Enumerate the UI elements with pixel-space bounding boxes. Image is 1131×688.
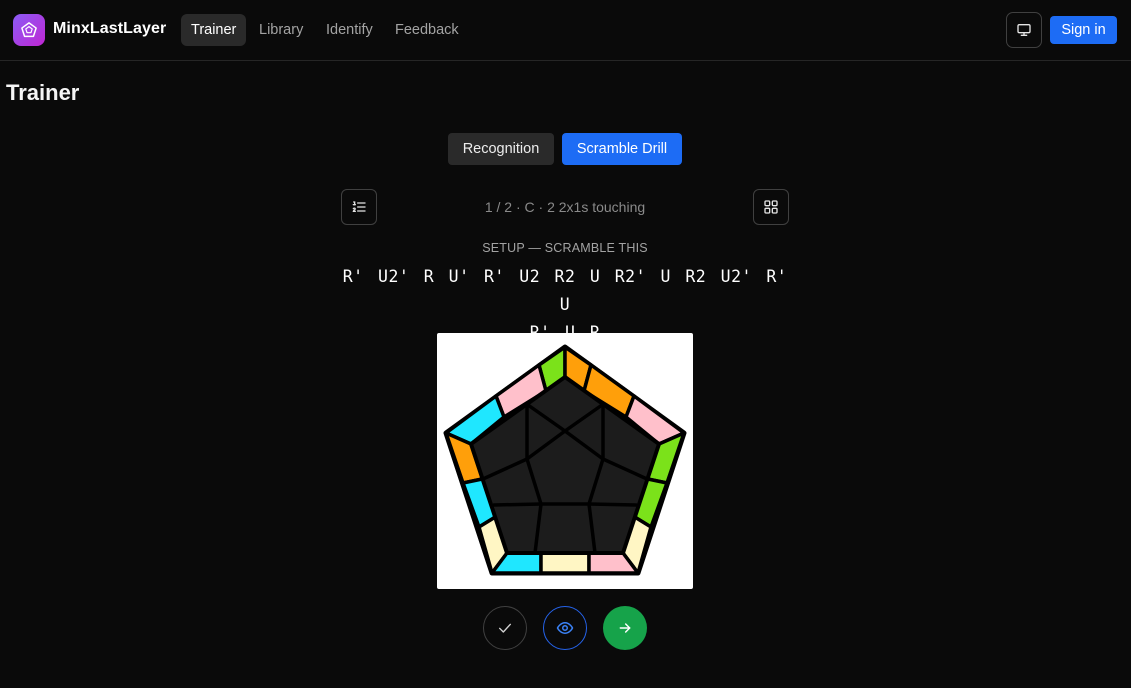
setup-label: SETUP — SCRAMBLE THIS [482,241,648,255]
mark-correct-button[interactable] [483,606,527,650]
top-navigation-bar: MinxLastLayer Trainer Library Identify F… [0,0,1131,61]
next-case-button[interactable] [603,606,647,650]
scramble-drill-mode-button[interactable]: Scramble Drill [562,133,682,165]
monitor-icon [1017,23,1031,36]
arrow-right-icon [619,623,631,633]
reveal-solution-button[interactable] [543,606,587,650]
case-grid-button[interactable] [753,189,789,225]
nav-feedback[interactable]: Feedback [385,14,469,46]
nav-trainer[interactable]: Trainer [181,14,247,46]
page-title: Trainer [6,80,80,105]
megaminx-face-svg [443,344,687,576]
recognition-mode-button[interactable]: Recognition [448,133,554,165]
side-sticker [539,551,591,575]
case-list-button[interactable] [341,189,377,225]
eye-icon [556,622,574,634]
scramble-algorithm-line-1: R' U2' R U' R' U2 R2 U R2' U R2 U2' R' U [342,267,788,314]
grid-icon [764,200,778,214]
logo-icon[interactable] [13,14,45,46]
app-name[interactable]: MinxLastLayer [53,20,166,38]
list-ordered-icon [352,201,366,212]
nav-identify[interactable]: Identify [316,14,383,46]
sign-in-button[interactable]: Sign in [1050,16,1117,44]
display-settings-button[interactable] [1006,12,1042,48]
nav-library[interactable]: Library [249,14,313,46]
case-info: 1 / 2 · C · 2 2x1s touching [484,199,646,215]
check-icon [499,623,511,633]
megaminx-last-layer-diagram [437,333,693,589]
